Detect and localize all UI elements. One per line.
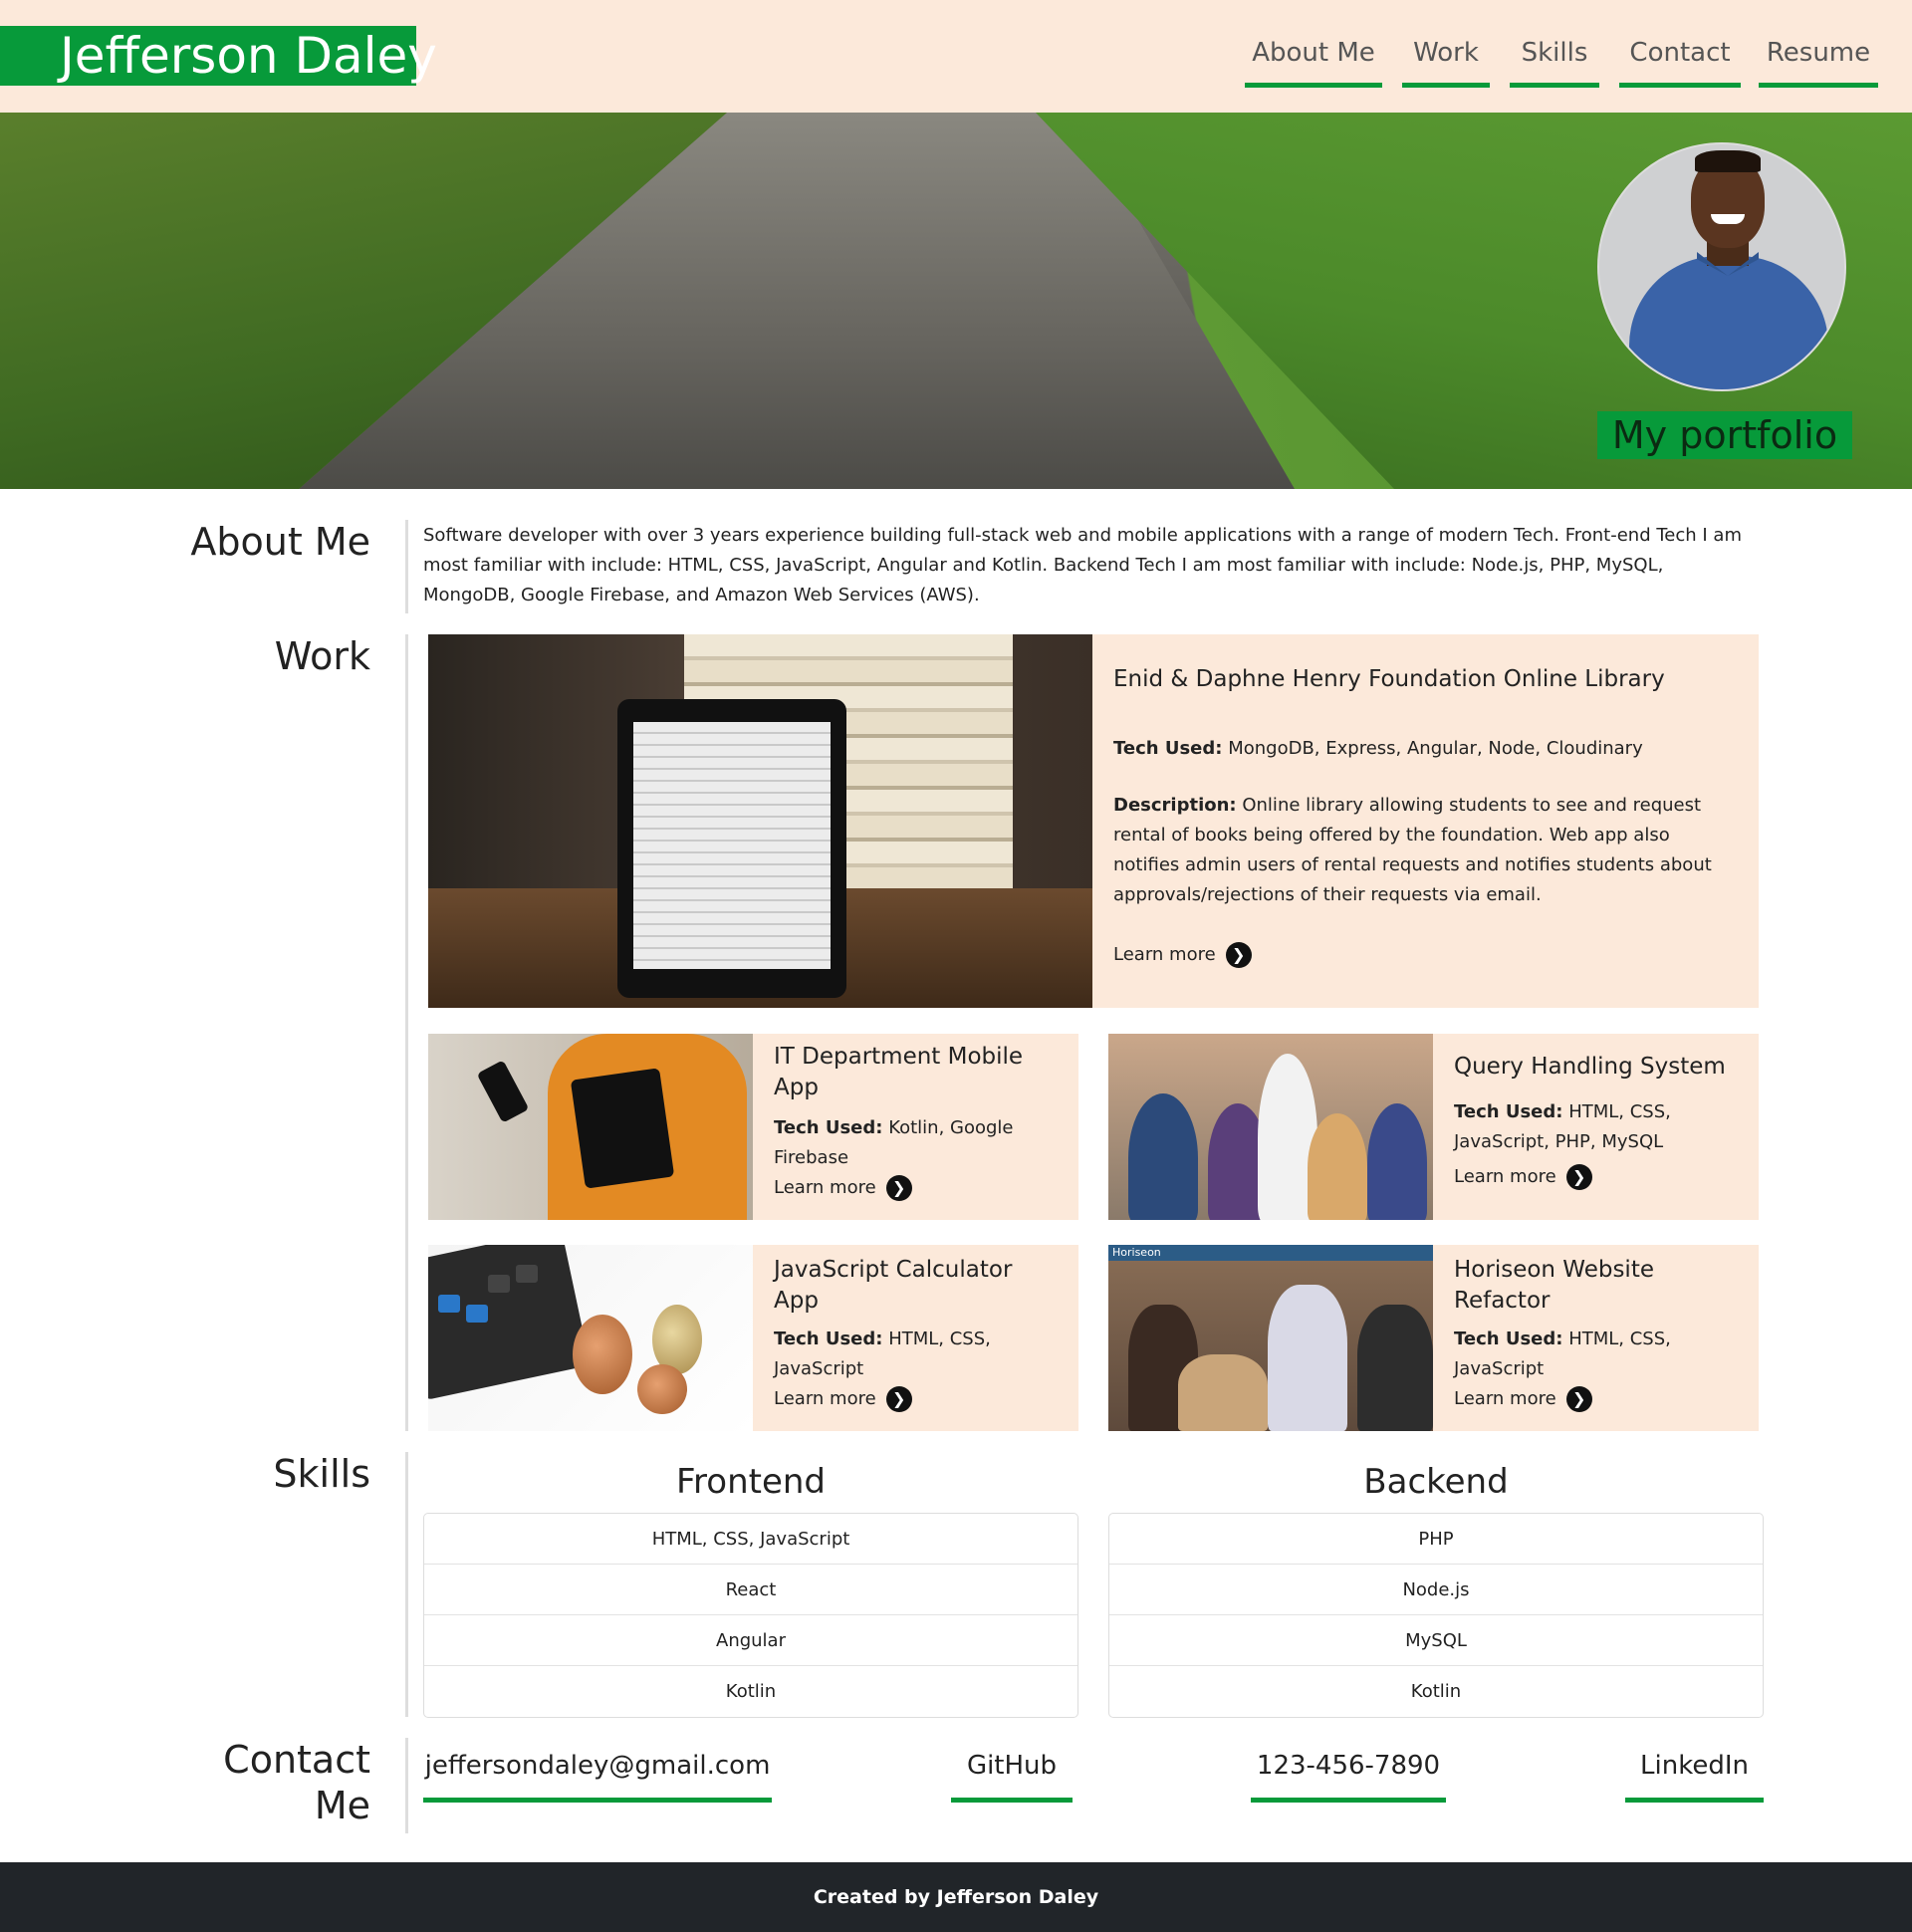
project-title: IT Department Mobile App — [774, 1044, 1024, 1100]
brand-title[interactable]: Jefferson Daley — [0, 26, 437, 86]
tech-label: Tech Used: — [774, 1328, 883, 1349]
project-image: Horiseon — [1108, 1245, 1433, 1431]
about-text: Software developer with over 3 years exp… — [423, 525, 1742, 605]
learn-more-label: Learn more — [774, 1177, 876, 1198]
featured-tech-value: MongoDB, Express, Angular, Node, Cloudin… — [1228, 738, 1643, 759]
backend-heading: Backend — [1363, 1462, 1509, 1502]
nav-contact[interactable]: Contact — [1619, 34, 1741, 88]
tech-label: Tech Used: — [1113, 738, 1223, 759]
skill-item: Kotlin — [725, 1681, 777, 1702]
project-tech: Tech Used: Kotlin, Google Firebase — [774, 1113, 1063, 1173]
learn-more-label: Learn more — [1454, 1388, 1556, 1409]
learn-more-link[interactable]: Learn more ❯ — [1454, 1384, 1592, 1414]
contact-section-title: Contact Me — [171, 1737, 370, 1828]
tech-label: Tech Used: — [774, 1117, 883, 1138]
project-tech: Tech Used: HTML, CSS, JavaScript, PHP, M… — [1454, 1097, 1683, 1157]
project-card: Query Handling System Tech Used: HTML, C… — [1108, 1034, 1759, 1220]
project-card: Horiseon Horiseon Website Refactor Tech … — [1108, 1245, 1759, 1431]
project-title: Horiseon Website Refactor — [1454, 1257, 1654, 1314]
featured-project-tech: Tech Used: MongoDB, Express, Angular, No… — [1113, 734, 1731, 764]
skill-item: HTML, CSS, JavaScript — [424, 1514, 1077, 1565]
arrow-right-icon: ❯ — [885, 1386, 912, 1412]
skill-item: Node.js — [1109, 1565, 1763, 1615]
learn-more-link[interactable]: Learn more ❯ — [774, 1384, 912, 1414]
nav-resume[interactable]: Resume — [1759, 34, 1878, 88]
contact-title-text: Contact Me — [223, 1738, 370, 1827]
skill-item: MySQL — [1109, 1615, 1763, 1666]
project-card: JavaScript Calculator App Tech Used: HTM… — [428, 1245, 1078, 1431]
profile-avatar — [1597, 142, 1846, 391]
skill-item: Kotlin — [1410, 1681, 1462, 1702]
learn-more-label: Learn more — [774, 1388, 876, 1409]
skills-section-title: Skills — [273, 1452, 370, 1496]
project-image — [428, 1245, 753, 1431]
skill-item: React — [424, 1565, 1077, 1615]
work-divider — [405, 634, 408, 1431]
about-divider — [405, 520, 408, 613]
learn-more-label: Learn more — [1113, 944, 1216, 965]
featured-project-card: Enid & Daphne Henry Foundation Online Li… — [428, 634, 1759, 1008]
featured-project-title: Enid & Daphne Henry Foundation Online Li… — [1113, 666, 1665, 692]
work-section-title: Work — [274, 634, 370, 678]
contact-email-link[interactable]: jeffersondaley@gmail.com — [423, 1739, 772, 1803]
project-title: JavaScript Calculator App — [774, 1257, 1013, 1314]
featured-learn-more[interactable]: Learn more ❯ — [1113, 940, 1252, 970]
arrow-right-icon: ❯ — [1565, 1386, 1592, 1412]
description-label: Description: — [1113, 795, 1237, 816]
backend-skill-list: PHP Node.js MySQL Kotlin — [1108, 1513, 1764, 1718]
about-title-text: About Me — [190, 520, 370, 564]
project-tech: Tech Used: HTML, CSS, JavaScript — [774, 1325, 1003, 1384]
contact-github-link[interactable]: GitHub — [951, 1739, 1073, 1803]
skill-item: PHP — [1109, 1514, 1763, 1565]
frontend-skill-list: HTML, CSS, JavaScript React Angular Kotl… — [423, 1513, 1078, 1718]
featured-project-description: Description: Online library allowing stu… — [1113, 791, 1731, 910]
learn-more-label: Learn more — [1454, 1166, 1556, 1187]
featured-project-image — [428, 634, 1092, 1008]
nav-skills[interactable]: Skills — [1510, 34, 1599, 88]
tech-label: Tech Used: — [1454, 1328, 1563, 1349]
nav-about-me[interactable]: About Me — [1245, 34, 1382, 88]
horiseon-banner: Horiseon — [1108, 1245, 1433, 1261]
learn-more-link[interactable]: Learn more ❯ — [1454, 1162, 1592, 1192]
project-card: IT Department Mobile App Tech Used: Kotl… — [428, 1034, 1078, 1220]
site-footer: Created by Jefferson Daley — [0, 1862, 1912, 1932]
project-image — [428, 1034, 753, 1220]
arrow-right-icon: ❯ — [885, 1175, 912, 1201]
arrow-right-icon: ❯ — [1565, 1164, 1592, 1190]
project-tech: Tech Used: HTML, CSS, JavaScript — [1454, 1325, 1683, 1384]
portfolio-tagline: My portfolio — [1597, 411, 1852, 459]
about-section-title: About Me — [171, 519, 370, 565]
contact-linkedin-link[interactable]: LinkedIn — [1625, 1739, 1764, 1803]
project-image — [1108, 1034, 1433, 1220]
nav-work[interactable]: Work — [1402, 34, 1490, 88]
skills-divider — [405, 1452, 408, 1717]
learn-more-link[interactable]: Learn more ❯ — [774, 1173, 912, 1203]
frontend-heading: Frontend — [675, 1462, 827, 1502]
arrow-right-icon: ❯ — [1225, 942, 1252, 968]
tech-label: Tech Used: — [1454, 1101, 1563, 1122]
project-title: Query Handling System — [1454, 1054, 1726, 1080]
contact-divider — [405, 1738, 408, 1833]
contact-phone-link[interactable]: 123-456-7890 — [1251, 1739, 1446, 1803]
skill-item: Angular — [424, 1615, 1077, 1666]
